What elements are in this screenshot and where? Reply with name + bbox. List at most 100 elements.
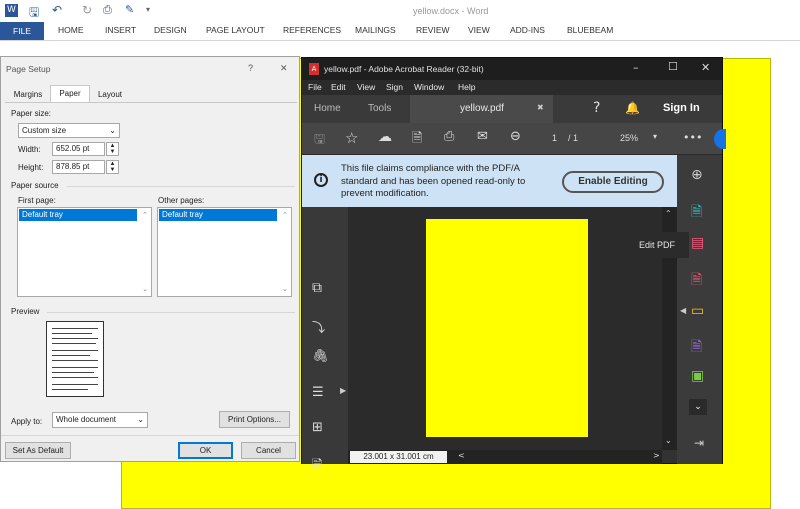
print-preview-icon[interactable]: ⎙ xyxy=(103,3,112,17)
tab-layout[interactable]: Layout xyxy=(91,87,129,103)
scroll-up-icon[interactable]: ⌃ xyxy=(665,209,672,218)
mail-icon[interactable]: ✉ xyxy=(477,129,488,144)
scroll-up-icon[interactable]: ⌃ xyxy=(142,209,148,221)
upload-cloud-icon[interactable]: ☁ xyxy=(378,129,392,145)
more-options-icon[interactable]: ••• xyxy=(683,131,702,144)
height-field[interactable]: 878.85 pt xyxy=(52,160,105,174)
help-icon[interactable]: ? xyxy=(593,100,600,116)
pages-icon[interactable]: ⧉ xyxy=(312,280,322,296)
maximize-icon[interactable]: ☐ xyxy=(668,60,678,73)
menu-help[interactable]: Help xyxy=(458,82,475,92)
menu-file[interactable]: File xyxy=(308,82,322,92)
tab-insert[interactable]: INSERT xyxy=(105,25,136,35)
tab-file[interactable]: FILE xyxy=(0,22,44,40)
attachment-icon[interactable]: 🖇 xyxy=(312,349,329,364)
width-spinner[interactable]: ▲ ▼ xyxy=(106,142,119,156)
preview-thumbnail xyxy=(46,321,104,397)
tab-mailings[interactable]: MAILINGS xyxy=(355,25,396,35)
collapse-right-panel-icon[interactable]: ◀ xyxy=(680,306,686,315)
tooltip-label: Edit PDF xyxy=(639,240,676,250)
horizontal-scrollbar[interactable]: 23.001 x 31.001 cm < > xyxy=(348,450,662,464)
width-field[interactable]: 652.05 pt xyxy=(52,142,105,156)
set-as-default-button[interactable]: Set As Default xyxy=(5,442,71,459)
tab-page-layout[interactable]: PAGE LAYOUT xyxy=(206,25,265,35)
menu-window[interactable]: Window xyxy=(414,82,444,92)
paper-size-select[interactable]: Custom size ⌄ xyxy=(18,123,120,138)
scroll-up-icon[interactable]: ⌃ xyxy=(282,209,288,221)
tab-design[interactable]: DESIGN xyxy=(154,25,187,35)
document-lock-icon[interactable]: 🗎 xyxy=(312,456,322,478)
enable-editing-button[interactable]: Enable Editing xyxy=(562,171,664,193)
print-icon[interactable]: ⎙ xyxy=(444,129,454,144)
save-icon[interactable]: 🖫 xyxy=(29,3,39,24)
scroll-down-icon[interactable]: ⌄ xyxy=(142,283,148,295)
redo-icon[interactable]: ↻ xyxy=(82,3,92,17)
bell-icon[interactable]: 🔔 xyxy=(625,101,640,115)
bookmark-icon[interactable]: ⤵ xyxy=(312,317,325,336)
close-tab-icon[interactable]: ✖ xyxy=(537,103,544,112)
minimize-icon[interactable]: – xyxy=(633,61,639,74)
ok-button[interactable]: OK xyxy=(178,442,233,459)
export-pdf-icon[interactable]: 🗎 xyxy=(691,201,702,225)
other-pages-list[interactable]: Default tray ⌃ ⌄ xyxy=(157,207,292,297)
expand-panel-icon[interactable]: ▶ xyxy=(340,386,346,395)
layers-icon[interactable]: ☰ xyxy=(312,385,324,400)
model-tree-icon[interactable]: ⊞ xyxy=(312,420,323,435)
zoom-level[interactable]: 25% xyxy=(620,133,638,143)
menu-view[interactable]: View xyxy=(357,82,375,92)
scroll-left-icon[interactable]: < xyxy=(458,451,465,460)
chevron-down-icon[interactable]: ▾ xyxy=(653,132,657,141)
save-icon[interactable]: 🖫 xyxy=(314,130,325,152)
word-ribbon-tabs: FILE HOME INSERT DESIGN PAGE LAYOUT REFE… xyxy=(0,22,800,40)
sign-in-button[interactable]: Sign In xyxy=(663,102,700,114)
scroll-right-icon[interactable]: > xyxy=(653,451,660,460)
acrobat-menu-bar: File Edit View Sign Window Help xyxy=(302,80,722,95)
tab-references[interactable]: REFERENCES xyxy=(283,25,341,35)
help-button[interactable]: ? xyxy=(248,63,253,73)
undo-icon[interactable]: ↶ xyxy=(52,3,62,17)
first-page-list[interactable]: Default tray ⌃ ⌄ xyxy=(17,207,152,297)
nav-tools[interactable]: Tools xyxy=(368,103,391,114)
combine-files-icon[interactable]: 🗎 xyxy=(691,336,702,360)
apply-to-select[interactable]: Whole document ⌄ xyxy=(52,412,148,428)
edit-pdf-icon[interactable]: ▤ xyxy=(691,235,704,251)
tab-review[interactable]: REVIEW xyxy=(416,25,450,35)
tab-add-ins[interactable]: ADD-INS xyxy=(510,25,545,35)
nav-home[interactable]: Home xyxy=(314,103,341,114)
organize-pages-icon[interactable]: ▣ xyxy=(691,368,704,384)
zoom-out-icon[interactable]: ⊖ xyxy=(510,129,521,144)
other-pages-item[interactable]: Default tray xyxy=(159,209,277,221)
comment-icon[interactable]: ▭ xyxy=(691,303,704,319)
tab-margins[interactable]: Margins xyxy=(7,87,49,103)
close-icon[interactable]: ✕ xyxy=(280,63,288,74)
scroll-down-icon[interactable]: ⌄ xyxy=(282,283,288,295)
search-zoom-icon[interactable]: ⊕ xyxy=(691,167,703,183)
menu-edit[interactable]: Edit xyxy=(331,82,346,92)
more-tools-chevron-icon[interactable]: ⌄ xyxy=(689,399,707,415)
tab-paper[interactable]: Paper xyxy=(50,85,90,103)
menu-sign[interactable]: Sign xyxy=(386,82,403,92)
footer-divider xyxy=(1,435,299,436)
tab-bluebeam[interactable]: BLUEBEAM xyxy=(567,25,613,35)
document-tab[interactable]: yellow.pdf ✖ xyxy=(410,95,553,123)
tab-home[interactable]: HOME xyxy=(58,25,84,35)
acrobat-title-bar: A yellow.pdf - Adobe Acrobat Reader (32-… xyxy=(302,58,722,80)
page-number-input[interactable]: 1 xyxy=(552,133,557,143)
lock-document-icon[interactable]: 🗎 xyxy=(412,129,422,151)
word-title-bar: W 🖫 ↶ ↻ ⎙ ✎ ▾ yellow.docx - Word xyxy=(0,0,800,22)
first-page-item[interactable]: Default tray xyxy=(19,209,137,221)
customize-toolbar-icon[interactable]: ▾ xyxy=(146,5,150,14)
edit-icon[interactable]: ✎ xyxy=(125,3,134,16)
create-pdf-icon[interactable]: 🗎 xyxy=(691,269,702,293)
print-options-button[interactable]: Print Options... xyxy=(219,411,290,428)
height-spinner[interactable]: ▲ ▼ xyxy=(106,160,119,174)
cancel-button[interactable]: Cancel xyxy=(241,442,296,459)
pdf-page[interactable] xyxy=(426,219,588,437)
tab-view[interactable]: VIEW xyxy=(468,25,490,35)
bookmark-star-icon[interactable]: ☆ xyxy=(345,129,358,147)
close-icon[interactable]: ✕ xyxy=(701,61,710,74)
scroll-down-icon[interactable]: ⌄ xyxy=(665,436,672,445)
chevron-down-icon: ⌄ xyxy=(109,126,116,135)
share-button[interactable] xyxy=(714,129,726,149)
collapse-panel-icon[interactable]: ⇥ xyxy=(694,436,704,450)
